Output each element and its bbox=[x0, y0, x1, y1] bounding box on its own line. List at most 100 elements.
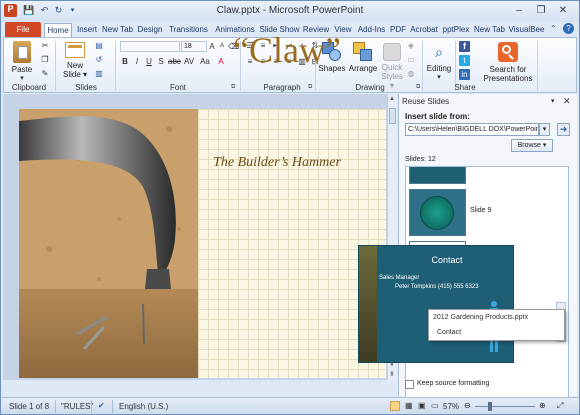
bold-icon[interactable]: B bbox=[120, 57, 130, 66]
slide-thumbnail[interactable] bbox=[409, 167, 466, 184]
slide-canvas[interactable] bbox=[19, 109, 386, 378]
status-separator bbox=[112, 400, 113, 413]
paste-label: Paste bbox=[11, 65, 33, 74]
slide-thumbnail[interactable] bbox=[409, 189, 466, 236]
facebook-icon[interactable]: f bbox=[459, 41, 470, 52]
title-bar: P 💾 ↶ ↻ ▾ Claw.pptx - Microsoft PowerPoi… bbox=[1, 1, 579, 22]
zoom-out-icon[interactable]: ⊖ bbox=[464, 401, 471, 410]
new-slide-label-2: Slide ▾ bbox=[62, 70, 88, 79]
cut-icon[interactable]: ✂ bbox=[40, 41, 50, 50]
tab-acrobat[interactable]: Acrobat bbox=[409, 23, 439, 37]
zoom-in-icon[interactable]: ⊕ bbox=[539, 401, 546, 410]
zoom-slider-thumb[interactable] bbox=[488, 402, 492, 411]
editing-button[interactable]: ⌕ Editing ▾ bbox=[424, 40, 454, 82]
pane-close-icon[interactable]: ✕ bbox=[563, 96, 571, 107]
group-label-font: Font bbox=[169, 83, 186, 92]
path-input[interactable]: C:\Users\Helen\BIGDELL DOX\PowerPoint bbox=[405, 123, 539, 136]
new-slide-icon bbox=[65, 42, 85, 58]
reset-icon[interactable]: ↺ bbox=[94, 55, 104, 64]
slide-subtitle[interactable]: The Builder’s Hammer bbox=[186, 155, 368, 171]
powerpoint-window: P 💾 ↶ ↻ ▾ Claw.pptx - Microsoft PowerPoi… bbox=[0, 0, 580, 415]
insert-from-label: Insert slide from: bbox=[405, 112, 470, 121]
strikethrough-icon[interactable]: abc bbox=[168, 57, 181, 66]
search-presentations-label: Search for bbox=[489, 65, 527, 74]
language[interactable]: English (U.S.) bbox=[119, 402, 168, 411]
scroll-thumb[interactable] bbox=[389, 108, 396, 124]
share-link-icon[interactable]: in bbox=[459, 69, 470, 80]
tab-pptplex[interactable]: pptPlex bbox=[441, 23, 471, 37]
ribbon-separator bbox=[537, 41, 538, 91]
scroll-up-icon[interactable]: ▲ bbox=[389, 96, 395, 102]
help-icon[interactable]: ? bbox=[563, 23, 574, 34]
reading-view-icon[interactable]: ▣ bbox=[418, 401, 426, 410]
shadow-icon[interactable]: S bbox=[156, 57, 166, 66]
binoculars-icon: ⌕ bbox=[435, 44, 443, 60]
font-name-dropdown[interactable] bbox=[120, 41, 180, 52]
pane-options-icon[interactable]: ▾ bbox=[551, 97, 555, 105]
status-bar: Slide 1 of 8 "RULES" ✔ English (U.S.) ▦ … bbox=[1, 397, 579, 414]
zoom-level[interactable]: 57% bbox=[443, 402, 459, 411]
slide-sorter-icon[interactable]: ▦ bbox=[405, 401, 413, 410]
preview-image-strip bbox=[359, 246, 377, 362]
next-slide-icon[interactable]: ⇟ bbox=[389, 370, 395, 378]
group-label-drawing: Drawing bbox=[355, 83, 385, 92]
underline-icon[interactable]: U bbox=[144, 57, 154, 66]
font-dialog-launcher-icon[interactable]: ⧉ bbox=[231, 84, 235, 91]
tab-home[interactable]: Home bbox=[44, 23, 72, 37]
fit-to-window-icon[interactable]: ⤢ bbox=[557, 401, 563, 411]
close-button[interactable]: ✕ bbox=[553, 3, 573, 18]
slide-preview-popup: Contact Sales Manager Peter Tompkins (41… bbox=[358, 245, 514, 363]
character-spacing-icon[interactable]: AV bbox=[184, 57, 194, 66]
thumbnail-image bbox=[420, 196, 454, 230]
new-slide-button[interactable]: New Slide ▾ bbox=[60, 40, 90, 79]
paragraph-dialog-launcher-icon[interactable]: ⧉ bbox=[308, 84, 312, 91]
hammer-photo bbox=[19, 109, 198, 378]
search-presentations-button[interactable]: Search for Presentations bbox=[479, 40, 537, 83]
drawing-dialog-launcher-icon[interactable]: ⧉ bbox=[416, 84, 420, 91]
minimize-button[interactable]: – bbox=[509, 3, 529, 18]
path-dropdown-icon[interactable]: ▾ bbox=[539, 123, 550, 136]
tab-transitions[interactable]: Transitions bbox=[166, 23, 211, 37]
zoom-slider[interactable] bbox=[475, 406, 535, 407]
slide-title[interactable]: “Claw” bbox=[207, 29, 367, 71]
go-arrow-icon[interactable]: ➜ bbox=[557, 123, 570, 136]
tooltip-filename: 2012 Gardening Products.pptx bbox=[433, 314, 528, 321]
copy-icon[interactable]: ❐ bbox=[40, 55, 50, 64]
paste-button[interactable]: Paste ▾ bbox=[7, 40, 37, 83]
source-tooltip: 2012 Gardening Products.pptx Contact bbox=[428, 309, 565, 341]
shape-fill-icon[interactable]: ◈ bbox=[406, 41, 416, 50]
restore-button[interactable]: ❐ bbox=[531, 3, 551, 18]
section-icon[interactable]: ▥ bbox=[94, 69, 104, 78]
group-label-slides: Slides bbox=[75, 83, 97, 92]
thumbnail-label: Slide 9 bbox=[470, 207, 492, 214]
italic-icon[interactable]: I bbox=[132, 57, 142, 66]
group-label-share: Share bbox=[454, 83, 476, 92]
slide-show-view-icon[interactable]: ▭ bbox=[431, 401, 439, 410]
tab-new-tab[interactable]: New Tab bbox=[101, 23, 134, 37]
minimize-ribbon-icon[interactable]: ⌃ bbox=[550, 24, 557, 33]
browse-button[interactable]: Browse ▾ bbox=[511, 139, 553, 152]
preview-line-1: Sales Manager bbox=[379, 275, 420, 281]
tab-new-tab-2[interactable]: New Tab bbox=[473, 23, 506, 37]
twitter-icon[interactable]: t bbox=[459, 55, 470, 66]
layout-icon[interactable]: ▤ bbox=[94, 41, 104, 50]
normal-view-icon[interactable] bbox=[390, 401, 400, 411]
tab-pdf[interactable]: PDF bbox=[389, 23, 407, 37]
shape-effects-icon[interactable]: ◍ bbox=[406, 69, 416, 78]
ribbon-separator bbox=[55, 41, 56, 91]
tab-insert[interactable]: Insert bbox=[74, 23, 100, 37]
pane-title: Reuse Slides bbox=[402, 97, 450, 106]
search-presentations-icon bbox=[498, 42, 518, 62]
slide-info: Slide 1 of 8 bbox=[9, 402, 50, 411]
preview-line-2: Peter Tompkins (415) 555 6323 bbox=[395, 284, 479, 290]
tab-design[interactable]: Design bbox=[136, 23, 164, 37]
tab-file[interactable]: File bbox=[5, 22, 41, 37]
shape-outline-icon[interactable]: ▭ bbox=[406, 55, 416, 64]
spelling-check-icon[interactable]: ✔ bbox=[98, 401, 105, 410]
font-size-dropdown[interactable]: 18 bbox=[181, 41, 207, 52]
group-label-clipboard: Clipboard bbox=[11, 83, 47, 92]
tooltip-slide-title: Contact bbox=[437, 329, 462, 336]
keep-formatting-checkbox[interactable] bbox=[405, 380, 414, 389]
format-painter-icon[interactable]: ✎ bbox=[40, 69, 50, 78]
tab-visualbee[interactable]: VisualBee bbox=[508, 23, 545, 37]
